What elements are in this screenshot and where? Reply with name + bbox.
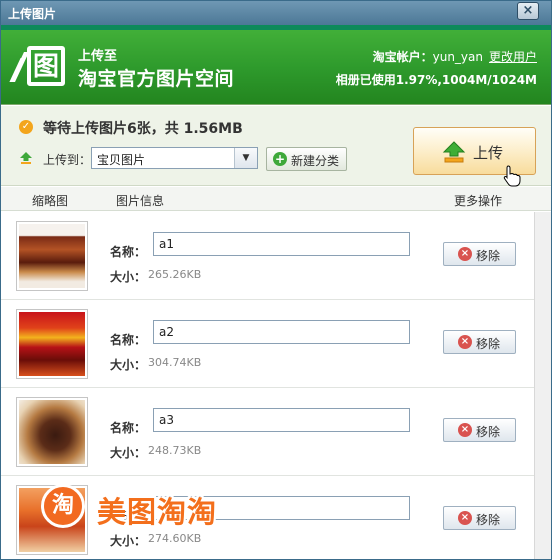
title-bar: 上传图片 ×: [1, 1, 551, 25]
thumbnail-art: [19, 400, 85, 464]
size-label: 大小：: [110, 446, 147, 460]
account-info: 淘宝帐户：yun_yan 更改用户: [373, 48, 537, 65]
size-value: 265.26KB: [148, 268, 202, 281]
plus-circle-icon: +: [273, 152, 287, 166]
name-value: a3: [159, 413, 174, 427]
check-circle-icon: ✓: [19, 120, 33, 134]
status-panel: ✓ 等待上传图片6张，共 1.56MB 上传到： 宝贝图片 ▼ + 新建分类 上…: [1, 106, 551, 186]
name-label: 名称：: [110, 421, 147, 435]
remove-x-icon: ×: [458, 247, 472, 261]
upload-dialog: 上传图片 × 图 上传至 淘宝官方图片空间 淘宝帐户：yun_yan 更改用户 相…: [0, 0, 552, 560]
remove-button[interactable]: × 移除: [443, 506, 516, 530]
remove-label: 移除: [476, 425, 501, 439]
new-category-button[interactable]: + 新建分类: [266, 147, 347, 171]
header-banner: 图 上传至 淘宝官方图片空间 淘宝帐户：yun_yan 更改用户 相册已使用1.9…: [1, 25, 551, 105]
category-select[interactable]: 宝贝图片 ▼: [91, 147, 258, 169]
remove-x-icon: ×: [458, 423, 472, 437]
remove-label: 移除: [476, 249, 501, 263]
thumbnail-image: [16, 397, 88, 467]
thumbnail-art: [19, 312, 85, 376]
banner-stripe: [1, 25, 551, 30]
logo-slash: [9, 58, 26, 82]
column-header: 缩略图 图片信息 更多操作: [1, 187, 551, 211]
column-more: 更多操作: [454, 194, 503, 208]
remove-x-icon: ×: [458, 335, 472, 349]
name-input[interactable]: a2: [153, 320, 410, 344]
storage-usage: 相册已使用1.97%,1004M/1024M: [335, 73, 537, 87]
name-label: 名称：: [110, 333, 147, 347]
remove-label: 移除: [476, 337, 501, 351]
remove-button[interactable]: × 移除: [443, 330, 516, 354]
list-item: 名称： a3 大小： 248.73KB × 移除: [1, 388, 534, 476]
name-input[interactable]: a3: [153, 408, 410, 432]
remove-x-icon: ×: [458, 511, 472, 525]
list-scrollbar[interactable]: [534, 212, 551, 559]
name-input[interactable]: a1: [153, 232, 410, 256]
list-item: 名称： a2 大小： 304.74KB × 移除: [1, 300, 534, 388]
upload-arrow-icon: [20, 152, 32, 164]
watermark-mark: 淘: [41, 484, 85, 528]
name-value: a1: [159, 237, 174, 251]
change-user-link[interactable]: 更改用户: [489, 50, 537, 64]
thumbnail-art: [19, 224, 85, 288]
category-value: 宝贝图片: [97, 153, 146, 167]
pending-summary: 等待上传图片6张，共 1.56MB: [43, 121, 243, 137]
name-value: a2: [159, 325, 174, 339]
remove-button[interactable]: × 移除: [443, 418, 516, 442]
banner-subtitle: 上传至: [78, 49, 118, 64]
watermark-text: 美图淘淘: [97, 495, 218, 529]
account-label: 淘宝帐户：: [372, 50, 433, 64]
new-category-label: 新建分类: [291, 154, 340, 168]
watermark-logo: 淘 美图淘淘: [41, 484, 301, 529]
image-space-logo-icon: 图: [9, 44, 67, 90]
upload-button-label: 上传: [473, 144, 504, 162]
account-user: yun_yan: [432, 50, 483, 64]
logo-glyph: 图: [27, 46, 65, 86]
upload-to-label: 上传到：: [43, 153, 92, 167]
upload-arrow-icon: [442, 141, 466, 163]
name-label: 名称：: [110, 245, 147, 259]
size-label: 大小：: [110, 534, 147, 548]
window-title: 上传图片: [8, 7, 57, 21]
banner-title: 淘宝官方图片空间: [78, 68, 235, 90]
hand-pointer-icon: [503, 165, 521, 187]
size-value: 304.74KB: [148, 356, 202, 369]
size-value: 248.73KB: [148, 444, 202, 457]
list-item: 名称： a1 大小： 265.26KB × 移除: [1, 212, 534, 300]
size-label: 大小：: [110, 358, 147, 372]
column-thumbnail: 缩略图: [32, 194, 69, 208]
size-label: 大小：: [110, 270, 147, 284]
close-button[interactable]: ×: [517, 2, 539, 20]
size-value: 274.60KB: [148, 532, 202, 545]
chevron-down-icon[interactable]: ▼: [234, 148, 257, 168]
thumbnail-image: [16, 309, 88, 379]
column-info: 图片信息: [116, 194, 165, 208]
remove-label: 移除: [476, 513, 501, 527]
remove-button[interactable]: × 移除: [443, 242, 516, 266]
thumbnail-image: [16, 221, 88, 291]
